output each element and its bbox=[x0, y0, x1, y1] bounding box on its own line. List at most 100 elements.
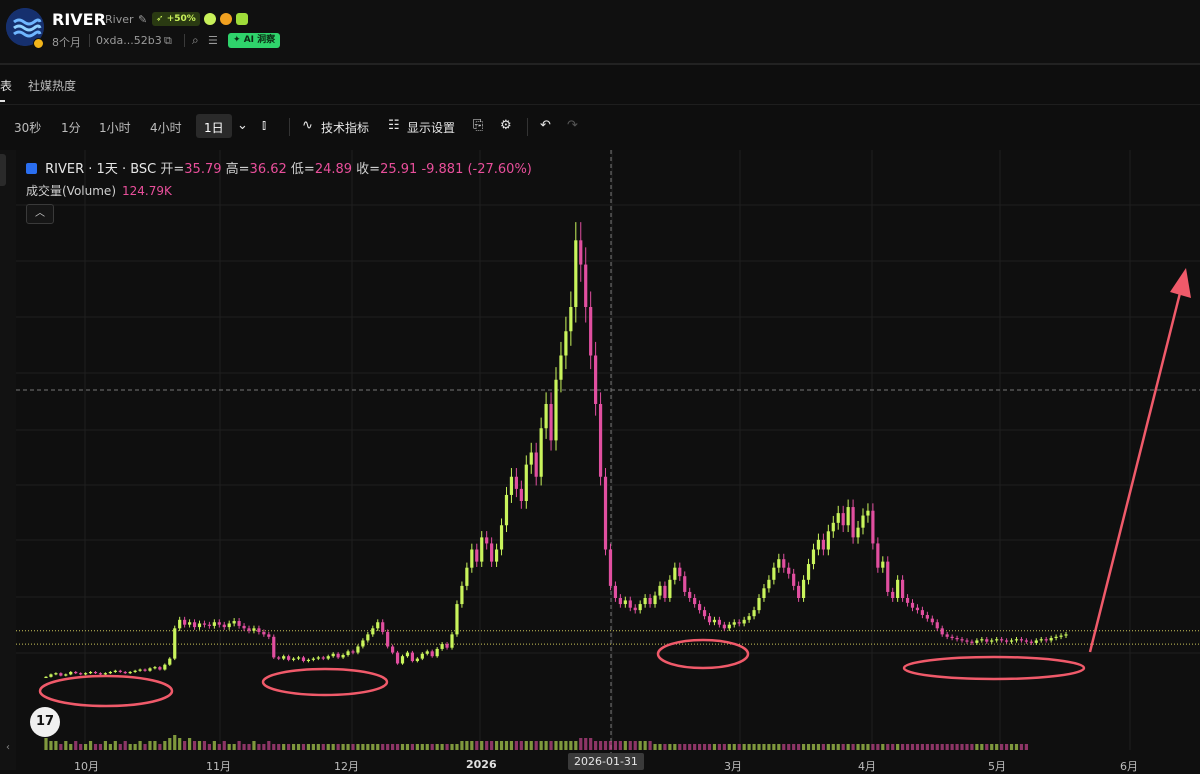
volume-bar bbox=[787, 744, 791, 750]
ohlc-legend: RIVER · 1天 · BSC 开=35.79 高=36.62 低=24.89… bbox=[26, 158, 532, 177]
candlestick-type-icon[interactable]: ⫾ bbox=[262, 118, 266, 133]
candle-body bbox=[871, 510, 875, 544]
volume-bar bbox=[742, 744, 746, 750]
volume-bar bbox=[44, 738, 48, 750]
volume-bar bbox=[410, 744, 415, 750]
candle-body bbox=[371, 628, 375, 635]
volume-bar bbox=[504, 741, 509, 750]
candle-body bbox=[995, 639, 999, 641]
candle-body bbox=[153, 667, 157, 669]
volume-bar bbox=[287, 744, 291, 750]
database-icon[interactable]: ☰ bbox=[208, 34, 218, 47]
candle-body bbox=[64, 674, 68, 676]
plus-badge-icon[interactable] bbox=[204, 13, 216, 25]
timeframe-1m[interactable]: 1分 bbox=[61, 119, 81, 136]
candle-body bbox=[697, 604, 702, 611]
candle-body bbox=[504, 494, 509, 526]
crown-badge-icon[interactable] bbox=[220, 13, 232, 25]
candle-body bbox=[816, 539, 821, 550]
display-settings-button[interactable]: 显示设置 bbox=[407, 119, 455, 136]
annotation-arrow-head bbox=[1170, 268, 1191, 298]
indicators-button[interactable]: 技术指标 bbox=[321, 119, 369, 136]
candle-body bbox=[544, 404, 548, 429]
volume-bar bbox=[876, 744, 880, 750]
candle-body bbox=[366, 634, 370, 641]
candle-body bbox=[494, 549, 499, 562]
candle-body bbox=[376, 622, 380, 629]
timeframe-30s[interactable]: 30秒 bbox=[14, 119, 41, 136]
candle-body bbox=[306, 659, 311, 662]
gear-icon[interactable]: ⚙ bbox=[500, 118, 512, 133]
volume-bar bbox=[594, 741, 598, 750]
volume-bar bbox=[138, 741, 142, 750]
volume-bar bbox=[341, 744, 345, 750]
collapse-legend-button[interactable]: ︿ bbox=[26, 204, 54, 224]
volume-bar bbox=[445, 744, 449, 750]
token-age: 8个月 bbox=[52, 36, 81, 49]
candle-body bbox=[950, 636, 954, 639]
candle-body bbox=[133, 670, 137, 672]
scroll-left-icon[interactable]: ‹ bbox=[6, 742, 10, 753]
volume-bar bbox=[262, 744, 266, 750]
candle-body bbox=[732, 622, 736, 625]
tab-row bbox=[0, 66, 1200, 105]
copy-icon[interactable]: ⧉ bbox=[164, 34, 172, 48]
candle-body bbox=[1049, 638, 1053, 641]
volume-bar bbox=[79, 744, 83, 750]
volume-bar bbox=[930, 744, 934, 750]
search-icon[interactable]: ⌕ bbox=[192, 33, 199, 48]
candle-body bbox=[1054, 636, 1058, 639]
volume-bar bbox=[683, 744, 687, 750]
volume-bar bbox=[534, 741, 538, 750]
volume-bar bbox=[965, 744, 969, 750]
boost-badge[interactable]: ➶ +50% bbox=[152, 12, 200, 26]
candle-body bbox=[782, 559, 786, 568]
candle-body bbox=[440, 644, 444, 649]
volume-bar bbox=[400, 744, 405, 750]
undo-icon[interactable]: ↶ bbox=[540, 118, 551, 133]
candle-body bbox=[509, 476, 514, 495]
candle-body bbox=[450, 634, 454, 648]
candle-body bbox=[54, 673, 58, 675]
candle-body bbox=[896, 579, 900, 598]
candle-body bbox=[792, 573, 796, 586]
tab-social-heat[interactable]: 社媒热度 bbox=[28, 77, 76, 94]
candle-body bbox=[212, 622, 216, 626]
timeframe-1h[interactable]: 1小时 bbox=[99, 119, 131, 136]
ai-insight-button[interactable]: ✦ AI 洞察 bbox=[228, 33, 281, 48]
redo-icon[interactable]: ↷ bbox=[567, 118, 578, 133]
chevron-down-icon[interactable]: ⌄ bbox=[237, 118, 248, 133]
candle-body bbox=[727, 624, 731, 629]
candle-body bbox=[490, 543, 494, 562]
money-bag-icon[interactable] bbox=[236, 13, 248, 25]
edit-icon[interactable]: ✎ bbox=[138, 13, 147, 26]
candle-body bbox=[395, 652, 400, 664]
volume-bar bbox=[935, 744, 939, 750]
volume-bar bbox=[792, 744, 796, 750]
tradingview-logo-icon[interactable]: 17 bbox=[30, 707, 60, 737]
volume-bar bbox=[272, 744, 276, 750]
candle-body bbox=[336, 653, 340, 658]
template-icon[interactable]: ⎘ bbox=[473, 118, 483, 133]
candle-body bbox=[598, 404, 603, 477]
tab-chart[interactable]: 表 bbox=[0, 77, 12, 94]
candle-body bbox=[1000, 639, 1004, 641]
candle-body bbox=[272, 636, 276, 658]
volume-bar bbox=[767, 744, 771, 750]
volume-bar bbox=[801, 744, 806, 750]
display-settings-icon[interactable]: ☷ bbox=[388, 118, 400, 133]
timeframe-4h[interactable]: 4小时 bbox=[150, 119, 182, 136]
candle-body bbox=[747, 616, 751, 620]
volume-bar bbox=[1009, 744, 1014, 750]
indicators-icon[interactable]: ∿ bbox=[302, 118, 313, 133]
candle-body bbox=[391, 646, 395, 653]
x-axis-label: 2026 bbox=[466, 758, 497, 771]
candle-body bbox=[653, 595, 657, 605]
volume-bar bbox=[306, 744, 311, 750]
price-chart-svg[interactable] bbox=[0, 150, 1200, 770]
volume-bar bbox=[252, 741, 256, 750]
volume-bar bbox=[64, 741, 68, 750]
volume-bar bbox=[836, 744, 840, 750]
candle-body bbox=[905, 598, 910, 603]
candle-body bbox=[673, 567, 677, 580]
